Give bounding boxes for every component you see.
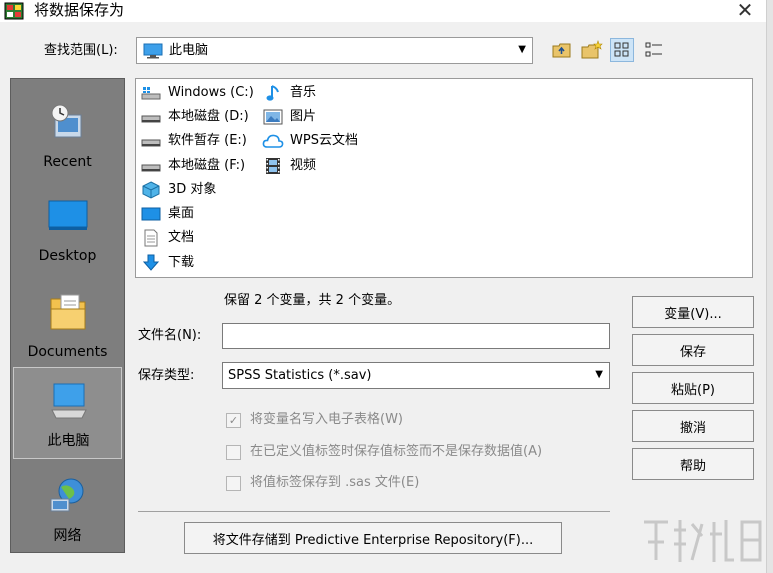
filename-input[interactable] <box>222 323 610 349</box>
list-item-label: 视频 <box>290 158 317 173</box>
recent-icon <box>51 104 82 138</box>
write-variable-names-option[interactable]: ✓ 将变量名写入电子表格(W) <box>226 410 403 430</box>
place-network[interactable]: 网络 <box>13 463 122 555</box>
hard-drive-icon <box>141 115 161 123</box>
place-recent-label: Recent <box>43 154 92 170</box>
list-item-label: Windows (C:) <box>168 85 254 100</box>
save-data-dialog: 将数据保存为 ✕ 查找范围(L): 此电脑 ▼ Recent Desktop D… <box>0 0 773 573</box>
chevron-down-icon: ▼ <box>595 369 603 380</box>
option-label: 将值标签保存到 .sas 文件(E) <box>250 475 420 490</box>
windows-drive-icon <box>141 87 161 100</box>
3d-cube-icon <box>142 181 160 199</box>
desktop-icon <box>141 207 161 221</box>
list-item-label: 图片 <box>290 109 317 124</box>
place-recent[interactable]: Recent <box>13 89 122 181</box>
list-item-label: WPS云文档 <box>290 133 358 148</box>
list-item-drive-f[interactable]: 本地磁盘 (F:) <box>140 155 245 177</box>
up-folder-button[interactable] <box>550 38 574 62</box>
save-type-dropdown[interactable]: SPSS Statistics (*.sav) ▼ <box>222 362 610 389</box>
new-folder-button[interactable] <box>580 38 604 62</box>
place-documents-label: Documents <box>27 344 108 360</box>
list-item-pictures[interactable]: 图片 <box>262 106 316 128</box>
save-type-label: 保存类型: <box>138 368 195 383</box>
cloud-icon <box>262 134 284 148</box>
cancel-button[interactable]: 撤消 <box>632 410 754 442</box>
lookin-value: 此电脑 <box>169 43 209 58</box>
filename-label: 文件名(N): <box>138 328 202 343</box>
checkbox-checked[interactable]: ✓ <box>226 412 241 428</box>
hard-drive-icon <box>141 164 161 172</box>
window-title: 将数据保存为 <box>34 1 125 19</box>
store-to-repository-button[interactable]: 将文件存储到 Predictive Enterprise Repository(… <box>184 522 562 554</box>
chevron-down-icon: ▼ <box>518 44 526 55</box>
new-folder-icon <box>581 40 603 59</box>
document-icon <box>144 229 158 247</box>
close-button[interactable]: ✕ <box>728 0 762 22</box>
grid-view-icon <box>614 42 629 57</box>
list-item-music[interactable]: 音乐 <box>262 82 316 104</box>
variables-retained-text: 保留 2 个变量，共 2 个变量。 <box>224 293 401 308</box>
details-view-button[interactable] <box>642 38 666 62</box>
desktop-icon <box>48 200 88 230</box>
spss-app-icon <box>4 2 24 20</box>
list-item-label: 桌面 <box>168 206 195 221</box>
list-view-icon <box>645 42 662 57</box>
separator <box>138 511 610 512</box>
list-item-label: 音乐 <box>290 85 317 100</box>
list-item-label: 下载 <box>168 255 195 270</box>
place-this-pc[interactable]: 此电脑 <box>13 367 122 459</box>
place-documents[interactable]: Documents <box>13 279 122 371</box>
checkbox[interactable] <box>226 475 241 491</box>
computer-icon <box>143 43 163 59</box>
picture-icon <box>263 109 283 125</box>
music-note-icon <box>266 85 279 101</box>
list-item-documents[interactable]: 文档 <box>140 227 194 249</box>
list-item-label: 本地磁盘 (D:) <box>168 109 249 124</box>
list-item-downloads[interactable]: 下载 <box>140 252 194 274</box>
checkbox[interactable] <box>226 444 241 460</box>
paste-button[interactable]: 粘贴(P) <box>632 372 754 404</box>
place-desktop[interactable]: Desktop <box>13 183 122 275</box>
documents-icon <box>50 294 86 330</box>
save-value-labels-option[interactable]: 在已定义值标签时保存值标签而不是保存数据值(A) <box>226 442 542 462</box>
place-desktop-label: Desktop <box>38 248 97 264</box>
list-item-3d-objects[interactable]: 3D 对象 <box>140 179 216 201</box>
list-item-drive-c[interactable]: Windows (C:) <box>140 82 254 104</box>
help-button[interactable]: 帮助 <box>632 448 754 480</box>
icons-view-button[interactable] <box>610 38 634 62</box>
lookin-dropdown[interactable]: 此电脑 ▼ <box>136 37 533 64</box>
lookin-label: 查找范围(L): <box>44 43 118 58</box>
list-item-drive-d[interactable]: 本地磁盘 (D:) <box>140 106 249 128</box>
download-arrow-icon <box>142 254 160 271</box>
list-item-label: 3D 对象 <box>168 182 217 197</box>
list-item-label: 软件暂存 (E:) <box>168 133 247 148</box>
up-folder-icon <box>552 43 571 58</box>
variables-button[interactable]: 变量(V)... <box>632 296 754 328</box>
list-item-drive-e[interactable]: 软件暂存 (E:) <box>140 130 247 152</box>
place-this-pc-label: 此电脑 <box>47 433 90 449</box>
list-item-videos[interactable]: 视频 <box>262 155 316 177</box>
network-globe-icon <box>50 478 84 512</box>
option-label: 在已定义值标签时保存值标签而不是保存数据值(A) <box>250 444 543 459</box>
hard-drive-icon <box>141 139 161 147</box>
computer-icon <box>51 383 87 419</box>
save-labels-sas-option[interactable]: 将值标签保存到 .sas 文件(E) <box>226 473 419 493</box>
list-item-wps-cloud[interactable]: WPS云文档 <box>262 130 358 152</box>
option-label: 将变量名写入电子表格(W) <box>250 412 403 427</box>
list-item-label: 文档 <box>168 230 195 245</box>
save-button[interactable]: 保存 <box>632 334 754 366</box>
window-edge <box>766 0 773 573</box>
place-network-label: 网络 <box>53 528 82 544</box>
places-bar: Recent Desktop Documents 此电脑 网络 <box>10 78 125 553</box>
watermark-logo <box>644 520 762 562</box>
save-type-value: SPSS Statistics (*.sav) <box>228 368 372 383</box>
file-list[interactable]: Windows (C:) 本地磁盘 (D:) 软件暂存 (E:) 本地磁盘 (F… <box>135 78 753 278</box>
list-item-label: 本地磁盘 (F:) <box>168 158 246 173</box>
video-film-icon <box>266 158 280 174</box>
list-item-desktop[interactable]: 桌面 <box>140 203 194 225</box>
title-bar: 将数据保存为 ✕ <box>0 0 773 22</box>
